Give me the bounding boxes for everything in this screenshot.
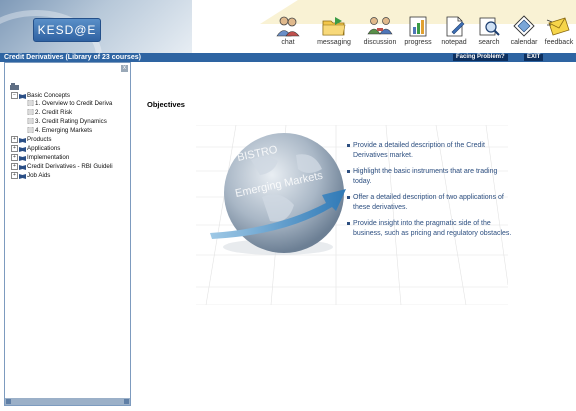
objective-item: Provide a detailed description of the Cr… <box>346 141 514 160</box>
tree-root-icon <box>10 83 19 90</box>
tree-item-emerging-markets[interactable]: 4. Emerging Markets <box>27 127 92 135</box>
tree-item-label: 3. Credit Rating Dynamics <box>35 118 107 125</box>
facing-problem-button[interactable]: Facing Problem? <box>453 54 508 61</box>
tree-item-label: Implementation <box>27 154 70 162</box>
bullet-icon <box>347 196 350 199</box>
tree-item-label: Applications <box>27 145 61 153</box>
tree-item-applications[interactable]: + Applications <box>11 145 60 153</box>
expand-toggle[interactable]: + <box>11 136 18 143</box>
closed-book-icon <box>19 146 26 152</box>
closed-book-icon <box>19 164 26 170</box>
tree-item-label: 1. Overview to Credit Deriva <box>35 100 113 107</box>
tree-item-credit-rating[interactable]: 3. Credit Rating Dynamics <box>27 118 107 126</box>
expand-toggle[interactable]: + <box>11 172 18 179</box>
chat-label: chat <box>281 39 295 46</box>
page-icon <box>27 127 34 134</box>
course-tree-panel: x − Basic Concepts 1. Overview to Credit … <box>4 62 131 406</box>
open-book-icon <box>19 93 26 99</box>
closed-book-icon <box>19 155 26 161</box>
course-title-bar: Credit Derivatives (Library of 23 course… <box>0 53 576 62</box>
tree-item-label: Products <box>27 136 52 144</box>
course-title: Credit Derivatives (Library of 23 course… <box>4 54 141 61</box>
people-chat-icon <box>276 16 300 37</box>
collapse-toggle[interactable]: − <box>11 92 18 99</box>
tree-item-overview[interactable]: 1. Overview to Credit Deriva <box>27 100 112 108</box>
expand-toggle[interactable]: + <box>11 163 18 170</box>
messaging-label: messaging <box>317 39 351 46</box>
calendar-icon <box>513 15 535 37</box>
chat-button[interactable]: chat <box>266 14 310 46</box>
objectives-heading: Objectives <box>147 100 185 109</box>
page-icon <box>27 118 34 125</box>
scroll-right-arrow-icon[interactable] <box>124 399 129 404</box>
discussion-icon <box>367 17 393 35</box>
tree-item-rbi-guidelines[interactable]: + Credit Derivatives - RBI Guideli <box>11 163 113 171</box>
objectives-list: Provide a detailed description of the Cr… <box>346 141 514 245</box>
tree-item-label: Credit Derivatives - RBI Guideli <box>27 163 113 171</box>
tree-item-credit-risk[interactable]: 2. Credit Risk <box>27 109 72 117</box>
objective-item: Provide insight into the pragmatic side … <box>346 219 514 238</box>
closed-book-icon <box>19 173 26 179</box>
logo-area: KESD@E <box>0 0 192 55</box>
objective-text: Provide insight into the pragmatic side … <box>353 220 512 237</box>
top-banner: KESD@E chat messaging discussion progres… <box>0 0 576 55</box>
scroll-left-arrow-icon[interactable] <box>6 399 11 404</box>
tree-item-label: Basic Concepts <box>27 92 70 100</box>
folder-icon <box>322 17 346 36</box>
kesdee-logo: KESD@E <box>33 18 101 42</box>
objective-text: Provide a detailed description of the Cr… <box>353 142 485 159</box>
objective-item: Highlight the basic instruments that are… <box>346 167 514 186</box>
expand-toggle[interactable]: + <box>11 154 18 161</box>
tree-item-basic-concepts[interactable]: − Basic Concepts <box>11 92 70 100</box>
bullet-icon <box>347 144 350 147</box>
tree-item-products[interactable]: + Products <box>11 136 51 144</box>
objective-text: Highlight the basic instruments that are… <box>353 168 498 185</box>
closed-book-icon <box>19 137 26 143</box>
tree-item-label: 4. Emerging Markets <box>35 127 93 134</box>
progress-icon <box>409 16 427 37</box>
messaging-button[interactable]: messaging <box>312 14 356 46</box>
feedback-icon <box>546 17 570 36</box>
feedback-label: feedback <box>544 39 574 46</box>
page-icon <box>27 109 34 116</box>
tree-item-job-aids[interactable]: + Job Aids <box>11 172 50 180</box>
expand-toggle[interactable]: + <box>11 145 18 152</box>
bullet-icon <box>347 170 350 173</box>
objective-item: Offer a detailed description of two appl… <box>346 193 514 212</box>
page-icon <box>27 100 34 107</box>
notepad-icon <box>446 16 465 37</box>
bullet-icon <box>347 222 350 225</box>
feedback-button[interactable]: feedback <box>537 14 576 46</box>
objective-text: Offer a detailed description of two appl… <box>353 194 504 211</box>
search-icon <box>479 17 500 36</box>
tree-item-label: 2. Credit Risk <box>35 109 73 116</box>
tree-item-implementation[interactable]: + Implementation <box>11 154 69 162</box>
exit-button[interactable]: EXIT <box>524 54 544 61</box>
tree-item-label: Job Aids <box>27 172 51 180</box>
horizontal-scrollbar[interactable] <box>5 398 130 405</box>
close-tree-button[interactable]: x <box>121 65 128 72</box>
